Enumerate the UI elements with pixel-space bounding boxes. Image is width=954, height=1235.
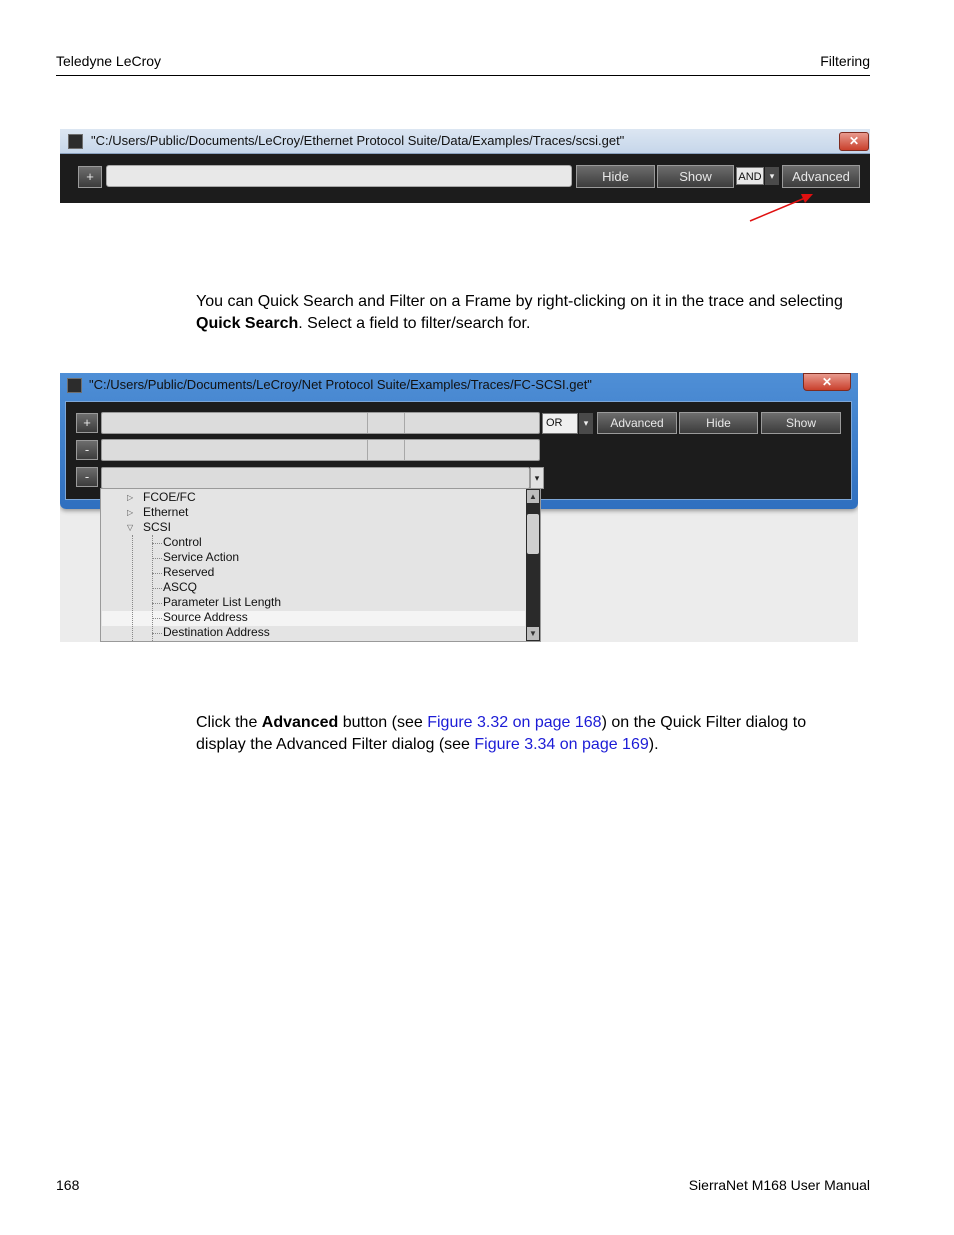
para-text: . Select a field to filter/search for. xyxy=(298,315,531,332)
advanced-button[interactable]: Advanced xyxy=(782,165,860,188)
para-text: You can Quick Search and Filter on a Fra… xyxy=(196,293,843,310)
chevron-down-icon[interactable]: ▾ xyxy=(530,467,544,489)
app-icon xyxy=(67,378,82,393)
add-filter-button[interactable]: + xyxy=(78,166,102,188)
collapse-triangle-icon[interactable]: ▽ xyxy=(127,523,133,532)
tree-item[interactable]: Source Address xyxy=(163,610,248,624)
tree-item[interactable]: Destination Address xyxy=(163,625,270,639)
quick-search-screenshot: "C:/Users/Public/Documents/LeCroy/Net Pr… xyxy=(60,373,858,642)
tree-item[interactable]: Reserved xyxy=(163,565,214,579)
paragraph-advanced: Click the Advanced button (see Figure 3.… xyxy=(196,712,856,756)
operator-select[interactable]: OR xyxy=(542,413,578,434)
operator-select[interactable]: AND xyxy=(736,167,764,185)
filter-input[interactable] xyxy=(106,165,572,187)
window-title: "C:/Users/Public/Documents/LeCroy/Ethern… xyxy=(91,133,625,148)
show-button[interactable]: Show xyxy=(657,165,734,188)
tree-item[interactable]: Control xyxy=(163,535,202,549)
filter-panel: + - - ▾ OR ▾ Advanced Hide Show xyxy=(65,401,852,500)
scroll-thumb[interactable] xyxy=(527,514,539,554)
header-rule xyxy=(56,75,870,76)
para-bold: Advanced xyxy=(261,714,339,731)
hide-button[interactable]: Hide xyxy=(679,412,758,434)
running-header-left: Teledyne LeCroy xyxy=(56,53,162,69)
remove-row-button[interactable]: - xyxy=(76,467,98,487)
filter-field-1[interactable] xyxy=(101,412,540,434)
figure-link[interactable]: Figure 3.34 on page 169 xyxy=(474,736,648,753)
app-icon xyxy=(68,134,83,149)
tree-item[interactable]: FCOE/FC xyxy=(143,490,196,504)
para-text: Click the xyxy=(196,714,262,731)
expand-triangle-icon[interactable]: ▷ xyxy=(127,493,133,502)
vertical-scrollbar[interactable]: ▲ ▼ xyxy=(526,489,540,641)
close-button[interactable]: ✕ xyxy=(803,373,851,391)
tree-item[interactable]: Service Action xyxy=(163,550,239,564)
running-header-right: Filtering xyxy=(820,53,870,69)
filter-field-2[interactable] xyxy=(101,439,540,461)
field-tree-dropdown[interactable]: ▷ FCOE/FC ▷ Ethernet ▽ SCSI Control Serv… xyxy=(100,488,541,642)
tree-item[interactable]: Ethernet xyxy=(143,505,188,519)
para-text: button (see xyxy=(338,714,428,731)
show-button[interactable]: Show xyxy=(761,412,841,434)
para-bold: Quick Search xyxy=(196,315,299,332)
tree-item[interactable]: ASCQ xyxy=(163,580,197,594)
advanced-button[interactable]: Advanced xyxy=(597,412,677,434)
tree-item[interactable]: Parameter List Length xyxy=(163,595,281,609)
red-arrow-icon xyxy=(749,194,813,222)
para-text: ). xyxy=(648,736,659,753)
remove-row-button[interactable]: - xyxy=(76,440,98,460)
page-number: 168 xyxy=(56,1177,80,1193)
tree-item[interactable]: SCSI xyxy=(143,520,171,534)
add-row-button[interactable]: + xyxy=(76,413,98,433)
scroll-up-icon[interactable]: ▲ xyxy=(527,490,539,503)
title-bar: "C:/Users/Public/Documents/LeCroy/Ethern… xyxy=(60,129,870,154)
scroll-down-icon[interactable]: ▼ xyxy=(527,627,539,640)
chevron-down-icon[interactable]: ▾ xyxy=(579,413,593,434)
manual-title: SierraNet M168 User Manual xyxy=(688,1177,870,1193)
close-button[interactable]: ✕ xyxy=(839,132,869,151)
hide-button[interactable]: Hide xyxy=(576,165,655,188)
expand-triangle-icon[interactable]: ▷ xyxy=(127,508,133,517)
paragraph-quick-search: You can Quick Search and Filter on a Fra… xyxy=(196,291,856,335)
figure-link[interactable]: Figure 3.32 on page 168 xyxy=(427,714,601,731)
filter-field-3[interactable] xyxy=(101,467,530,489)
window-title: "C:/Users/Public/Documents/LeCroy/Net Pr… xyxy=(89,377,592,392)
chevron-down-icon[interactable]: ▾ xyxy=(765,167,779,185)
